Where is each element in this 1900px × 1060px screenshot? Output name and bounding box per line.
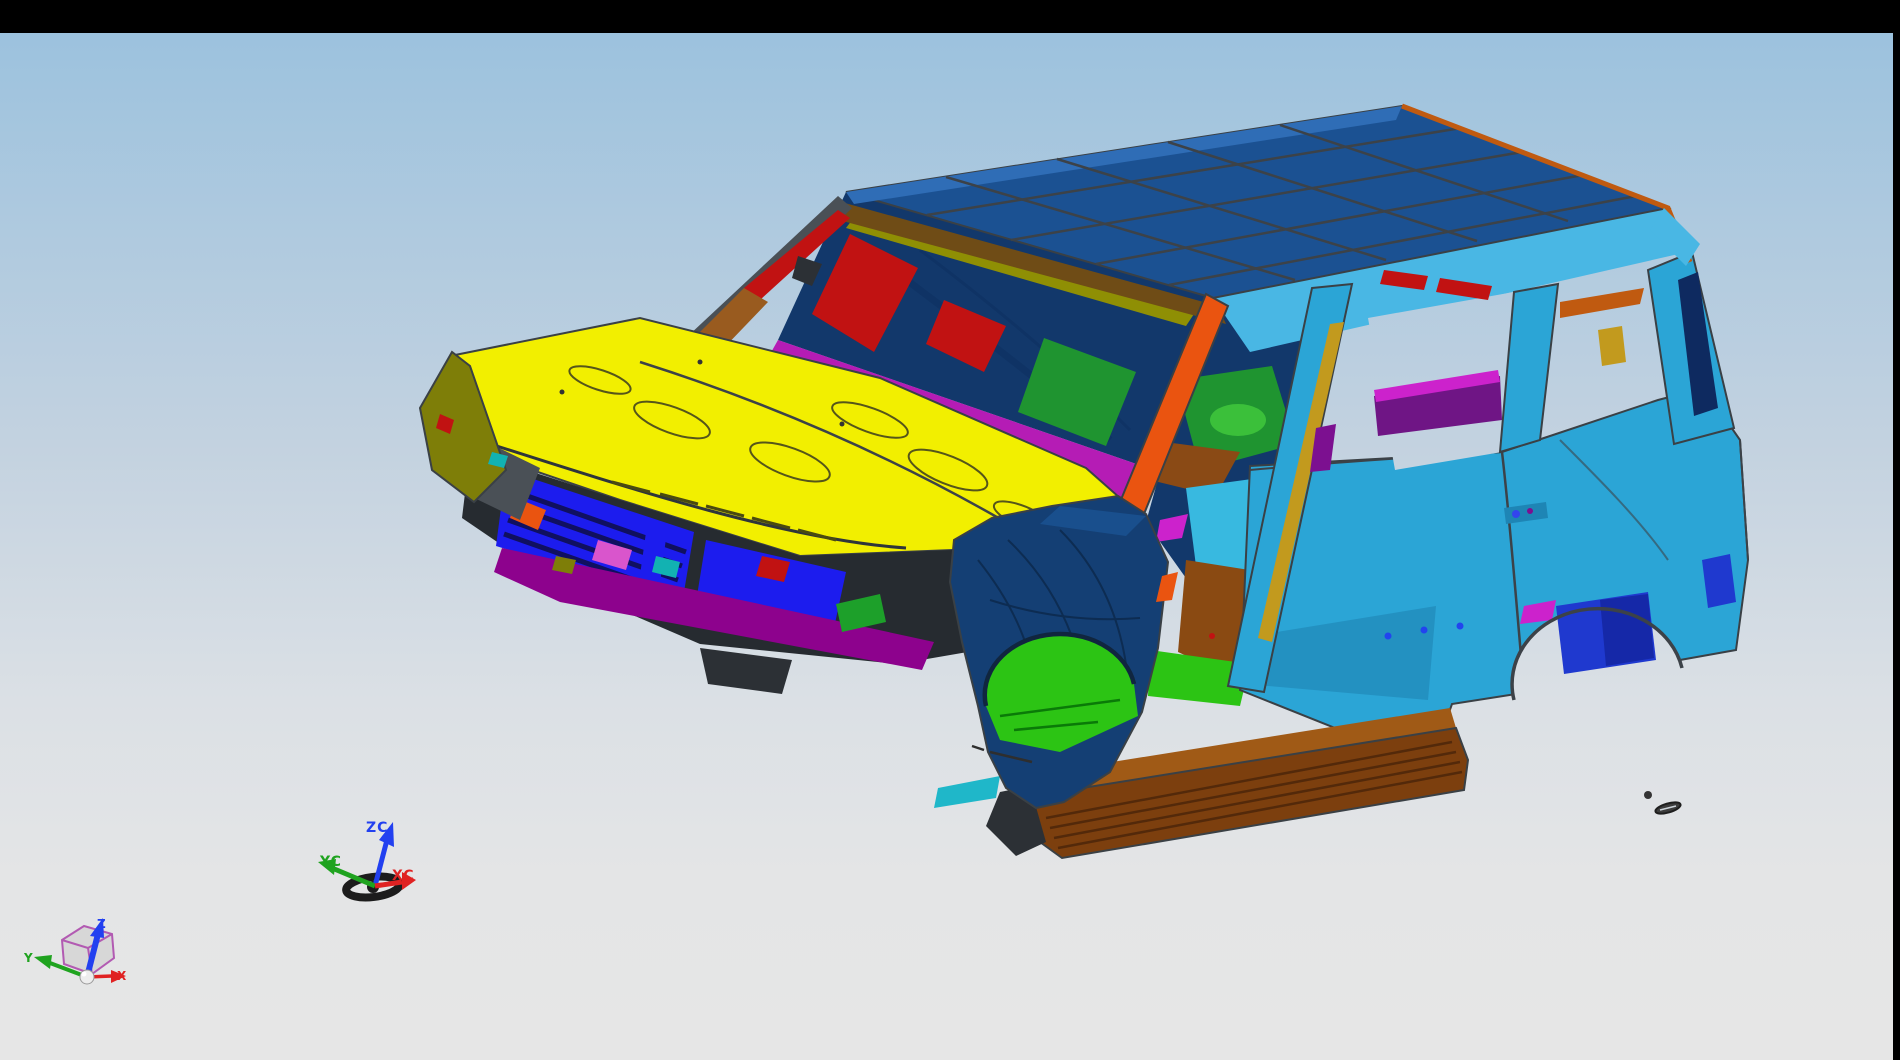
abs-origin-sphere[interactable] [80,970,94,984]
hood-fastener-2 [560,390,565,395]
abs-y-label: Y [23,951,33,965]
abs-z-label: Z [97,917,106,931]
abs-x-label: X [117,969,127,983]
hood-fastener-1 [698,360,703,365]
door-lock-cylinder [1527,508,1533,514]
wcs-z-label: ZC [366,820,388,836]
abs-origin-highlight [82,972,87,977]
cad-application-window: ZC YC XC Z Y X [0,0,1900,1060]
3d-viewport[interactable]: ZC YC XC Z Y X [0,0,1900,1060]
rear-frame-bracket[interactable] [1702,554,1736,608]
door-handle-latch [1512,510,1520,518]
wcs-x-label: XC [392,868,415,884]
debris-fastener[interactable] [1644,791,1652,799]
door-rivet-2 [1421,627,1428,634]
wheelhouse-highlight [1210,404,1266,436]
wcs-y-label: YC [319,854,342,870]
hood-fastener-3 [840,422,845,427]
quarter-striker-plate[interactable] [1598,326,1626,366]
door-rivet-1 [1385,633,1392,640]
door-rivet-3 [1457,623,1464,630]
rear-suspension-bracket-shade [1600,594,1654,666]
floor-fastener [1209,633,1215,639]
